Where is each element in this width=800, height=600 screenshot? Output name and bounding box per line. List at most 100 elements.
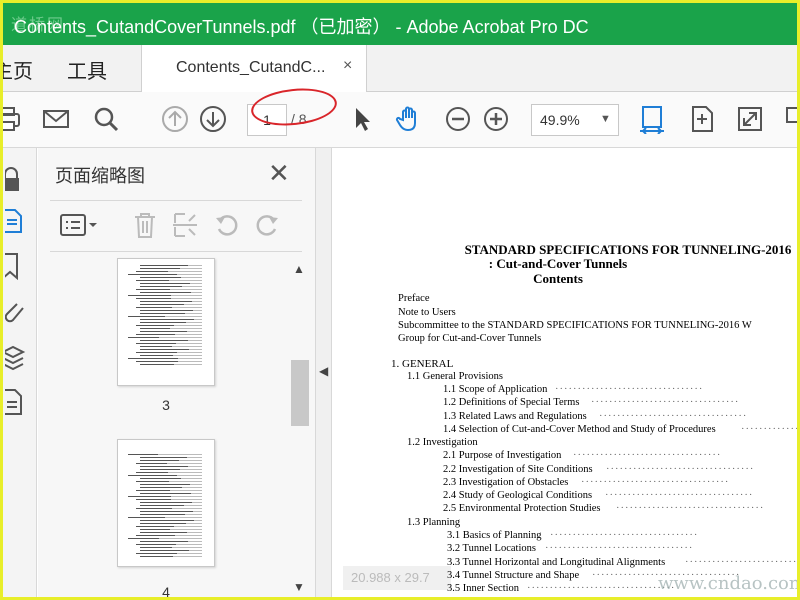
- thumbnail-text-line: [136, 325, 174, 326]
- tab-home[interactable]: 主页: [3, 55, 33, 84]
- toc-leader: ·································: [605, 490, 754, 501]
- toc-leader: ·································: [555, 384, 704, 395]
- fullscreen-icon[interactable]: [735, 104, 765, 134]
- panel-close-button[interactable]: ✕: [268, 158, 290, 189]
- thumbnail-text-line: [128, 517, 165, 518]
- thumbnail-text-line: [170, 289, 202, 290]
- scrollbar-thumb[interactable]: [291, 360, 309, 426]
- thumbnail-text-line: [136, 298, 171, 299]
- scroll-up-icon[interactable]: ▲: [293, 262, 305, 276]
- thumbnail-text-line: [178, 358, 202, 359]
- thumbnail-text-line: [128, 358, 178, 359]
- thumbnail-text-line: [171, 496, 202, 497]
- tab-document[interactable]: Contents_CutandC... ×: [141, 45, 367, 92]
- left-rail: [3, 148, 37, 597]
- thumbnail-text-line: [177, 553, 202, 554]
- thumbnail-options-icon[interactable]: [60, 213, 100, 244]
- more-tools-icon[interactable]: [783, 104, 797, 134]
- toc-entry: 1.1 Scope of Application: [443, 384, 548, 395]
- tab-tools[interactable]: 工具: [67, 55, 107, 84]
- page-size-readout: 20.988 x 29.7: [343, 566, 451, 590]
- extract-pages-icon[interactable]: [172, 211, 198, 244]
- thumbnail-text-line: [177, 352, 202, 353]
- thumbnail-text-line: [140, 484, 190, 485]
- toc-entry: 1.2 Definitions of Special Terms: [443, 397, 580, 408]
- main-toolbar: 1 / 8 49.9% ▼: [3, 92, 797, 148]
- zoom-select[interactable]: 49.9% ▼: [531, 104, 619, 136]
- thumbnail-text-line: [136, 544, 176, 545]
- thumbnail-text-line: [194, 520, 202, 521]
- tab-close-button[interactable]: ×: [343, 57, 352, 75]
- mail-icon[interactable]: [41, 104, 71, 134]
- thumbnail-text-line: [128, 496, 171, 497]
- layers-icon[interactable]: [3, 344, 29, 372]
- thumbnail-text-line: [187, 457, 202, 458]
- thumbnail-text-line: [188, 265, 202, 266]
- thumbnail-text-line: [136, 553, 177, 554]
- trash-icon[interactable]: [132, 211, 158, 244]
- rotate-left-icon[interactable]: [214, 212, 240, 243]
- panel-collapse-handle[interactable]: ◀: [316, 148, 332, 597]
- zoom-in-icon[interactable]: [481, 104, 511, 134]
- rotate-right-icon[interactable]: [254, 212, 280, 243]
- thumbnail-text-line: [172, 508, 202, 509]
- doc-title-line3: Contents: [533, 271, 583, 286]
- thumbnail-text-line: [181, 478, 202, 479]
- search-icon[interactable]: [91, 104, 121, 134]
- page-up-icon[interactable]: [160, 104, 190, 134]
- thumbnail-text-line: [165, 316, 202, 317]
- thumbnail-text-line: [172, 346, 202, 347]
- page-down-icon[interactable]: [198, 104, 228, 134]
- attachment-icon[interactable]: [4, 296, 29, 324]
- thumbnail-text-line: [140, 478, 181, 479]
- thumbnail-text-line: [140, 328, 170, 329]
- thumbnail-text-line: [136, 463, 167, 464]
- zoom-out-icon[interactable]: [443, 104, 473, 134]
- thumbnail-text-line: [194, 319, 202, 320]
- toc-entry: 2.4 Study of Geological Conditions: [443, 490, 593, 501]
- thumbnail-text-line: [169, 280, 202, 281]
- thumbnail-text-line: [170, 529, 202, 530]
- thumbnail-text-line: [140, 469, 180, 470]
- toc-entry: Note to Users: [398, 307, 456, 318]
- thumbnail-text-line: [171, 295, 202, 296]
- lock-icon[interactable]: [3, 166, 29, 194]
- thumbnail-text-line: [140, 301, 192, 302]
- print-icon[interactable]: [3, 104, 23, 134]
- toc-entry: 1.3 Related Laws and Regulations: [443, 411, 587, 422]
- scroll-down-icon[interactable]: ▼: [293, 580, 305, 594]
- bookmark-icon[interactable]: [3, 252, 29, 281]
- thumbnail-text-line: [189, 349, 202, 350]
- hand-icon[interactable]: [395, 104, 425, 134]
- thumbnail-text-line: [136, 481, 169, 482]
- toc-entry: 2.2 Investigation of Site Conditions: [443, 464, 593, 475]
- document-properties-icon[interactable]: [3, 388, 29, 416]
- toc-entry: Preface: [398, 293, 430, 304]
- thumbnail-text-line: [136, 334, 175, 335]
- thumbnail-text-line: [187, 532, 202, 533]
- toc-entry: Subcommittee to the STANDARD SPECIFICATI…: [398, 320, 752, 331]
- thumbnail-text-line: [140, 292, 191, 293]
- thumbnail-text-line: [136, 490, 170, 491]
- thumbnail-text-line: [180, 268, 202, 269]
- fit-width-icon[interactable]: [637, 104, 667, 135]
- page-thumbnail-3[interactable]: [117, 258, 215, 386]
- page-thumbnails-icon[interactable]: [3, 208, 29, 236]
- thumbnail-text-line: [140, 331, 187, 332]
- thumbnail-text-line: [136, 271, 168, 272]
- thumbnail-text-line: [140, 457, 187, 458]
- page-thumbnail-4[interactable]: [117, 439, 215, 567]
- thumbnail-text-line: [140, 547, 172, 548]
- thumbnail-text-line: [140, 487, 182, 488]
- select-icon[interactable]: [347, 104, 377, 134]
- thumbnail-text-line: [175, 334, 202, 335]
- toc-entry: 3.4 Tunnel Structure and Shape: [447, 570, 580, 581]
- title-bar: 道桥网 Contents_CutandCoverTunnels.pdf （已加密…: [3, 3, 797, 45]
- toc-section: 1.3 Planning: [407, 517, 461, 528]
- thumbnail-text-line: [187, 331, 202, 332]
- fit-page-icon[interactable]: [687, 104, 717, 134]
- thumbnail-text-line: [140, 364, 174, 365]
- thumbnail-text-line: [189, 550, 202, 551]
- thumbnail-scrollbar[interactable]: ▲ ▼: [290, 260, 310, 595]
- thumbnail-text-line: [140, 493, 191, 494]
